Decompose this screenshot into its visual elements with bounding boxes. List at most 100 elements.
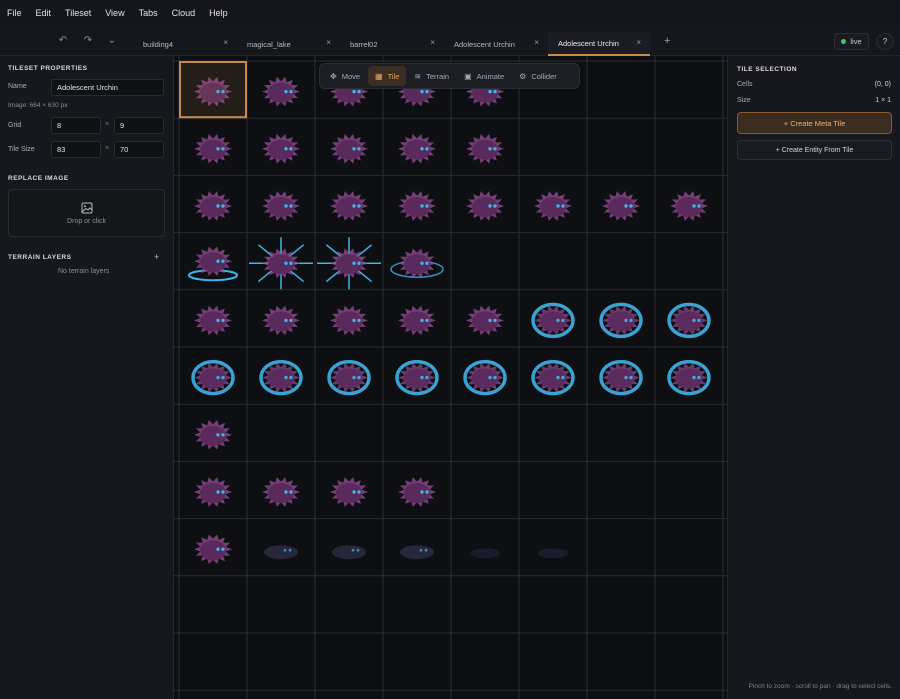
tab-close-icon[interactable]: ×: [223, 38, 228, 47]
mode-label: Animate: [476, 71, 505, 81]
tile-size-label: Tile Size: [8, 146, 35, 153]
tile-sprite-urchin[interactable]: [262, 76, 300, 107]
grid-label: Grid: [8, 122, 22, 129]
help-button[interactable]: ?: [876, 33, 894, 50]
menu-tileset[interactable]: Tileset: [65, 8, 91, 18]
tab-close-icon[interactable]: ×: [430, 38, 435, 47]
mode-label: Move: [341, 71, 361, 81]
tab-building4[interactable]: building4 ×: [133, 32, 237, 56]
tile-sprite-faint[interactable]: [538, 548, 568, 559]
mode-move-button[interactable]: ✥ Move: [323, 66, 367, 86]
tile-sprite-urchin[interactable]: [330, 191, 368, 221]
redo-icon[interactable]: ↷: [82, 35, 94, 47]
tile-sprite-urchin[interactable]: [262, 191, 300, 221]
mode-terrain-button[interactable]: ≋ Terrain: [407, 66, 456, 86]
tile-sprite-urchin[interactable]: [262, 305, 300, 336]
tab-magical-lake[interactable]: magical_lake ×: [237, 32, 340, 56]
new-tab-button[interactable]: +: [664, 35, 670, 47]
size-value: 1 × 1: [875, 97, 891, 104]
tileset-canvas[interactable]: ✥ Move ▦ Tile ≋ Terrain ▣ Animate ⚙ Collider: [174, 56, 727, 699]
tile-sprite-ghost[interactable]: [332, 545, 366, 560]
menu-view[interactable]: View: [105, 8, 124, 18]
tile-sprite-swirl[interactable]: [667, 359, 711, 396]
tile-sprite-urchin[interactable]: [194, 534, 232, 565]
replace-image-title: REPLACE IMAGE: [8, 175, 69, 182]
menu-cloud[interactable]: Cloud: [172, 8, 196, 18]
mode-animate-button[interactable]: ▣ Animate: [457, 66, 511, 86]
tile-sprite-faint[interactable]: [470, 548, 500, 559]
tile-sprite-ghost[interactable]: [264, 545, 298, 560]
cells-value: (0, 0): [874, 81, 891, 88]
tile-width-input[interactable]: 83: [51, 141, 101, 158]
tile-sprite-urchin[interactable]: [398, 191, 436, 221]
menu-bar: File Edit Tileset View Tabs Cloud Help: [0, 0, 900, 26]
tile-sprite-swirl[interactable]: [599, 359, 643, 396]
tile-sprite-urchin[interactable]: [466, 191, 504, 221]
tile-sprite-urchin[interactable]: [330, 133, 368, 164]
add-terrain-layer-button[interactable]: +: [154, 252, 159, 262]
mode-tile-button[interactable]: ▦ Tile: [368, 66, 407, 86]
tab-label: Adolescent Urchin: [558, 38, 619, 48]
tile-sprite-swirl[interactable]: [463, 359, 507, 396]
menu-file[interactable]: File: [7, 8, 22, 18]
tile-sprite-urchin[interactable]: [194, 191, 232, 221]
size-label: Size: [737, 97, 751, 104]
tile-sprite-swirl[interactable]: [395, 359, 439, 396]
tileset-grid[interactable]: [174, 56, 727, 699]
tile-sprite-urchin[interactable]: [466, 305, 504, 336]
tile-height-input[interactable]: 70: [114, 141, 164, 158]
move-icon: ✥: [330, 71, 337, 81]
tile-sprite-urchin[interactable]: [534, 191, 572, 221]
left-panel: TILESET PROPERTIES Name Adolescent Urchi…: [0, 56, 174, 699]
tab-barrel02[interactable]: barrel02 ×: [340, 32, 444, 56]
tile-sprite-urchin[interactable]: [194, 477, 232, 507]
tile-sprite-ring[interactable]: [390, 248, 444, 279]
tile-sprite-swirl[interactable]: [667, 302, 711, 339]
tile-sprite-urchin[interactable]: [398, 305, 436, 336]
tile-sprite-urchin[interactable]: [602, 191, 640, 221]
tile-sprite-urchin[interactable]: [194, 419, 232, 450]
replace-image-dropzone[interactable]: Drop or click: [8, 189, 165, 237]
tile-sprite-urchin[interactable]: [194, 305, 232, 336]
tile-sprite-urchin[interactable]: [262, 477, 300, 507]
tile-sprite-splash[interactable]: [188, 246, 238, 282]
tab-adolescent-urchin[interactable]: Adolescent Urchin ×: [548, 32, 650, 56]
tab-adolescent-urchin[interactable]: Adolescent Urchin ×: [444, 32, 548, 56]
history-dropdown-icon[interactable]: ⌄: [106, 35, 118, 47]
tile-sprite-urchin[interactable]: [466, 133, 504, 164]
menu-tabs[interactable]: Tabs: [139, 8, 158, 18]
tile-sprite-swirl[interactable]: [327, 359, 371, 396]
tile-sprite-spike[interactable]: [249, 237, 313, 290]
menu-help[interactable]: Help: [209, 8, 228, 18]
tile-sprite-swirl[interactable]: [259, 359, 303, 396]
tab-close-icon[interactable]: ×: [326, 38, 331, 47]
mode-collider-button[interactable]: ⚙ Collider: [512, 66, 564, 86]
tile-sprite-swirl[interactable]: [599, 302, 643, 339]
no-terrain-layers-text: No terrain layers: [58, 268, 110, 275]
tile-sprite-spike[interactable]: [317, 237, 381, 290]
tab-close-icon[interactable]: ×: [534, 38, 539, 47]
tile-sprite-ghost[interactable]: [400, 545, 434, 560]
grid-rows-input[interactable]: 9: [114, 117, 164, 134]
create-entity-button[interactable]: + Create Entity From Tile: [737, 140, 892, 160]
tile-sprite-urchin[interactable]: [670, 191, 708, 221]
tile-sprite-urchin[interactable]: [330, 477, 368, 507]
tileset-properties-title: TILESET PROPERTIES: [8, 65, 88, 72]
tile-sprite-swirl[interactable]: [191, 359, 235, 396]
tile-sprite-urchin[interactable]: [330, 305, 368, 336]
menu-edit[interactable]: Edit: [36, 8, 52, 18]
live-status-badge[interactable]: live: [834, 33, 869, 50]
tile-sprite-swirl[interactable]: [531, 302, 575, 339]
tile-sprite-urchin[interactable]: [398, 133, 436, 164]
tile-sprite-swirl[interactable]: [531, 359, 575, 396]
tab-label: building4: [143, 39, 174, 49]
create-meta-tile-button[interactable]: + Create Meta Tile: [737, 112, 892, 134]
tile-sprite-urchin[interactable]: [262, 133, 300, 164]
tab-close-icon[interactable]: ×: [636, 38, 641, 47]
tile-sprite-urchin[interactable]: [194, 133, 232, 164]
grid-cols-input[interactable]: 8: [51, 117, 101, 134]
tileset-name-input[interactable]: Adolescent Urchin: [51, 79, 164, 96]
undo-icon[interactable]: ↶: [57, 35, 69, 47]
terrain-layers-title: TERRAIN LAYERS: [8, 254, 72, 261]
tile-sprite-urchin[interactable]: [398, 477, 436, 507]
